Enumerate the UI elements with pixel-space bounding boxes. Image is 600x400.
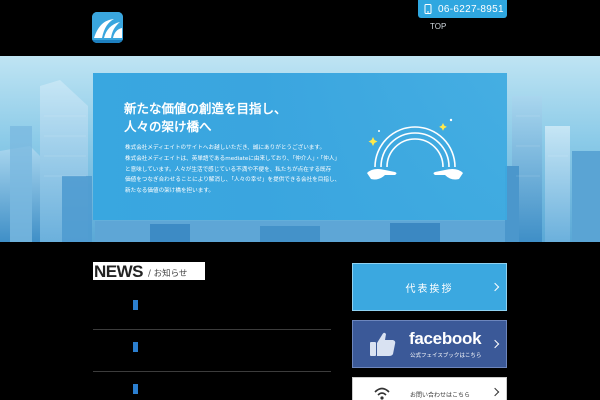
greeting-label: 代表挨拶	[405, 283, 454, 295]
hero-body-line: 価値をつなぎ合わせることにより解消し、「人々の幸せ」を提供できる会社を目指し、	[125, 177, 341, 184]
thumbs-up-icon	[370, 332, 396, 356]
hero-message-panel: 新たな価値の創造を目指し、 人々の架け橋へ 株式会社メディエイトのサイトへお越し…	[93, 73, 507, 220]
hero-body-line: 株式会社メディエイトのサイトへお越しいただき、誠にありがとうございます。	[125, 145, 326, 151]
phone-icon	[424, 4, 432, 14]
hero-banner: 新たな価値の創造を目指し、 人々の架け橋へ 株式会社メディエイトのサイトへお越し…	[0, 56, 600, 242]
company-logo[interactable]	[92, 12, 123, 43]
facebook-button[interactable]: facebook 公式フェイスブックはこちら	[352, 320, 507, 368]
news-subtitle: / お知らせ	[148, 269, 188, 279]
wifi-icon	[374, 387, 390, 400]
hero-body-line: と意味しています。人々が生活で感じている不満や不便を、私たちが点在する既存	[125, 166, 332, 173]
news-heading: NEWS / お知らせ	[93, 262, 205, 280]
chevron-right-icon	[490, 282, 500, 292]
hero-headline-line1: 新たな価値の創造を目指し、	[124, 101, 287, 116]
hero-body-line: 株式会社メディエイトは、英単語であるmediateに由来しており、「仲介人」・「…	[125, 155, 341, 162]
facebook-wordmark: facebook	[409, 329, 482, 348]
hero-body-line: 新たなる価値の架け橋を担います。	[125, 188, 214, 195]
news-marker	[133, 384, 138, 394]
news-marker	[133, 342, 138, 352]
news-item[interactable]	[93, 294, 331, 330]
hero-headline-line2: 人々の架け橋へ	[124, 119, 212, 134]
chevron-right-icon	[490, 387, 500, 397]
logo-mark-icon	[92, 12, 123, 43]
phone-number: 06-6227-8951	[438, 3, 504, 15]
hero-body-text: 株式会社メディエイトのサイトへお越しいただき、誠にありがとうございます。 株式会…	[125, 143, 350, 197]
hero-bottom-band	[0, 242, 600, 262]
site-header: 06-6227-8951 TOP	[0, 0, 600, 56]
facebook-subtitle: 公式フェイスブックはこちら	[410, 353, 482, 359]
hero-headline: 新たな価値の創造を目指し、 人々の架け橋へ	[124, 100, 287, 136]
news-item[interactable]	[93, 378, 331, 400]
chevron-right-icon	[490, 339, 500, 349]
rainbow-hands-illustration	[367, 118, 463, 180]
contact-label: お問い合わせはこちら	[410, 392, 471, 399]
greeting-button[interactable]: 代表挨拶	[352, 263, 507, 311]
contact-button[interactable]: お問い合わせはこちら	[352, 377, 507, 400]
phone-badge[interactable]: 06-6227-8951	[418, 0, 507, 18]
news-item[interactable]	[93, 336, 331, 372]
nav-top-link[interactable]: TOP	[430, 22, 446, 31]
news-title: NEWS	[94, 262, 144, 281]
news-marker	[133, 300, 138, 310]
